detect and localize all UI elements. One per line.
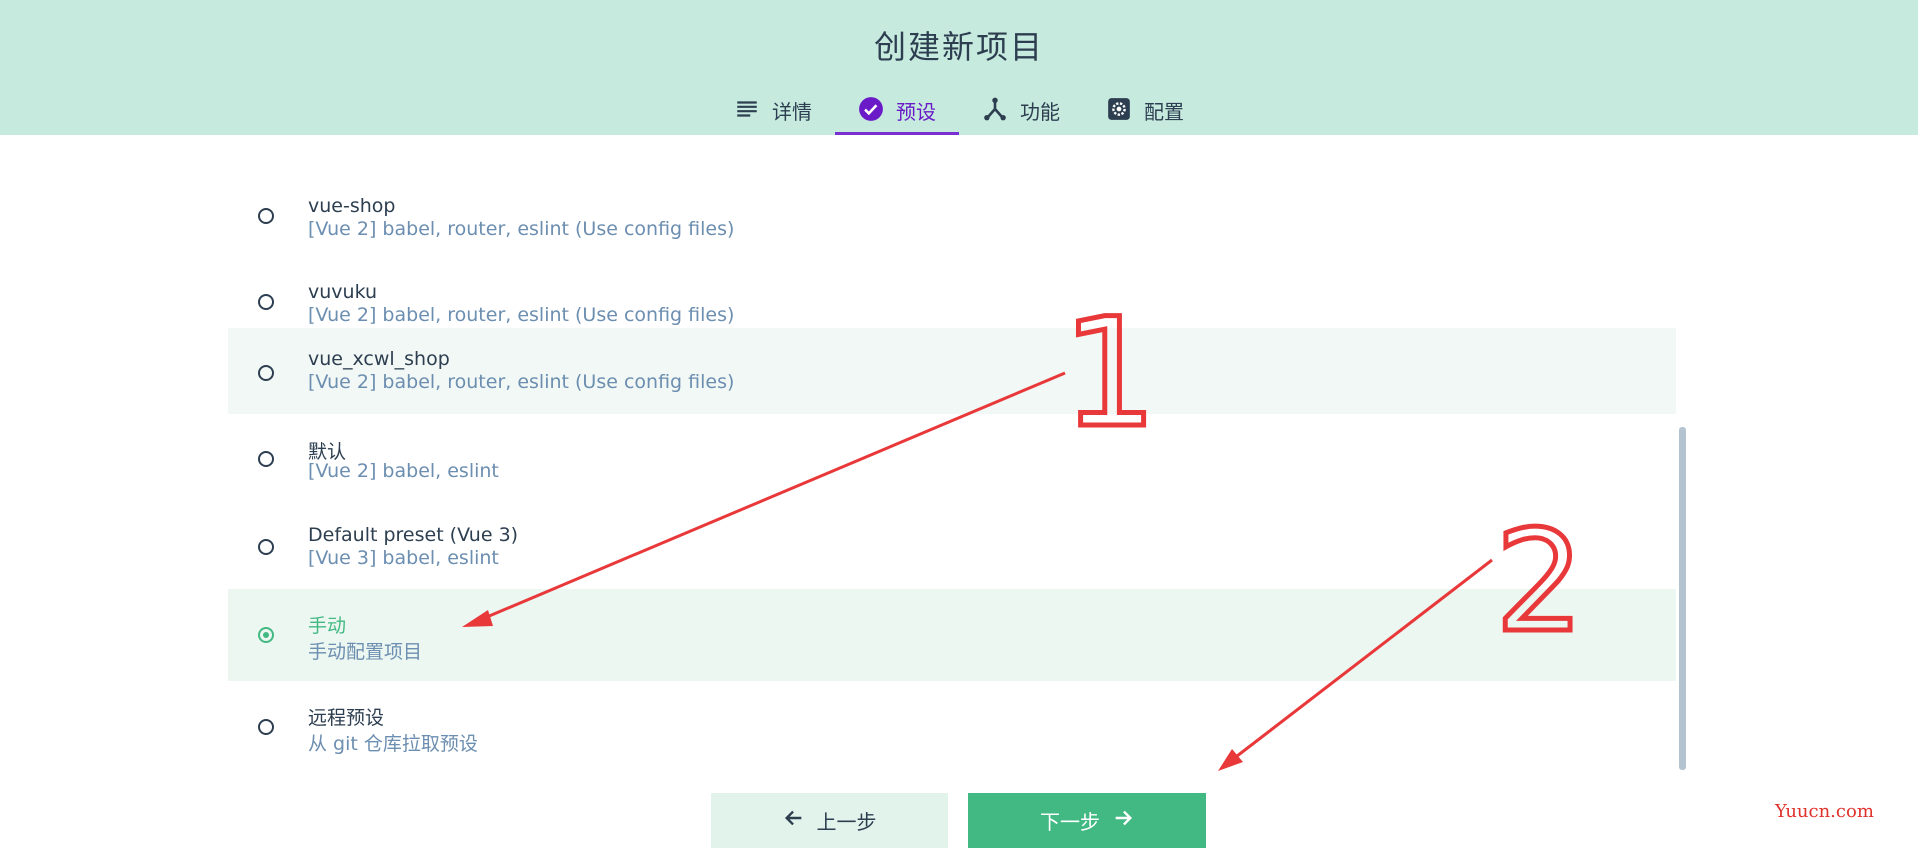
radio-button[interactable]	[258, 719, 274, 735]
radio-button[interactable]	[258, 451, 274, 467]
preset-description: 从 git 仓库拉取预设	[308, 733, 478, 755]
tab-label: 预设	[896, 100, 936, 124]
header: 创建新项目 详情 预设 功能 配置	[0, 0, 1918, 135]
tab-details[interactable]: 详情	[711, 88, 835, 135]
radio-button[interactable]	[258, 294, 274, 310]
next-button[interactable]: 下一步	[968, 793, 1206, 848]
preset-description: [Vue 2] babel, router, eslint (Use confi…	[308, 371, 735, 393]
next-button-label: 下一步	[1040, 810, 1100, 834]
tab-label: 配置	[1144, 100, 1184, 124]
preset-option[interactable]: vue_xcwl_shop [Vue 2] babel, router, esl…	[228, 328, 1676, 414]
preset-option[interactable]: Default preset (Vue 3) [Vue 3] babel, es…	[228, 502, 1676, 589]
preset-name: Default preset (Vue 3)	[308, 524, 519, 546]
preset-name: vue-shop	[308, 195, 396, 217]
radio-button[interactable]	[258, 539, 274, 555]
gear-icon	[1106, 96, 1132, 122]
prev-button-label: 上一步	[816, 810, 877, 834]
preset-name: 远程预设	[308, 707, 385, 729]
preset-option[interactable]: 默认 [Vue 2] babel, eslint	[228, 414, 1676, 502]
page-title: 创建新项目	[873, 28, 1044, 66]
preset-option[interactable]: 手动 手动配置项目	[228, 589, 1676, 681]
preset-name: vuvuku	[308, 281, 378, 303]
preset-name: vue_xcwl_shop	[308, 348, 450, 370]
preset-description: 手动配置项目	[308, 641, 423, 663]
radio-button[interactable]	[258, 208, 274, 224]
check-circle-icon	[858, 96, 884, 122]
scrollbar[interactable]	[1679, 427, 1686, 770]
watermark: Yuucn.com	[1775, 801, 1874, 822]
tab-config[interactable]: 配置	[1083, 88, 1207, 135]
arrow-left-icon	[783, 807, 805, 834]
tab-label: 功能	[1020, 100, 1060, 124]
preset-option[interactable]: vuvuku [Vue 2] babel, router, eslint (Us…	[228, 256, 1676, 326]
list-icon	[734, 96, 760, 122]
tab-features[interactable]: 功能	[959, 88, 1083, 135]
preset-option[interactable]: vue-shop [Vue 2] babel, router, eslint (…	[228, 170, 1676, 240]
fork-icon	[982, 96, 1008, 122]
radio-button[interactable]	[258, 627, 274, 643]
preset-description: [Vue 2] babel, router, eslint (Use confi…	[308, 304, 735, 326]
tab-label: 详情	[772, 100, 812, 124]
radio-button[interactable]	[258, 365, 274, 381]
preset-description: [Vue 2] babel, eslint	[308, 460, 499, 482]
prev-button[interactable]: 上一步	[711, 793, 948, 848]
tab-bar: 详情 预设 功能 配置	[0, 88, 1918, 135]
tab-presets[interactable]: 预设	[835, 88, 959, 135]
preset-option[interactable]: 远程预设 从 git 仓库拉取预设	[228, 681, 1676, 773]
preset-description: [Vue 2] babel, router, eslint (Use confi…	[308, 218, 735, 240]
preset-description: [Vue 3] babel, eslint	[308, 547, 499, 569]
arrow-right-icon	[1112, 807, 1134, 834]
preset-name: 手动	[308, 615, 347, 637]
